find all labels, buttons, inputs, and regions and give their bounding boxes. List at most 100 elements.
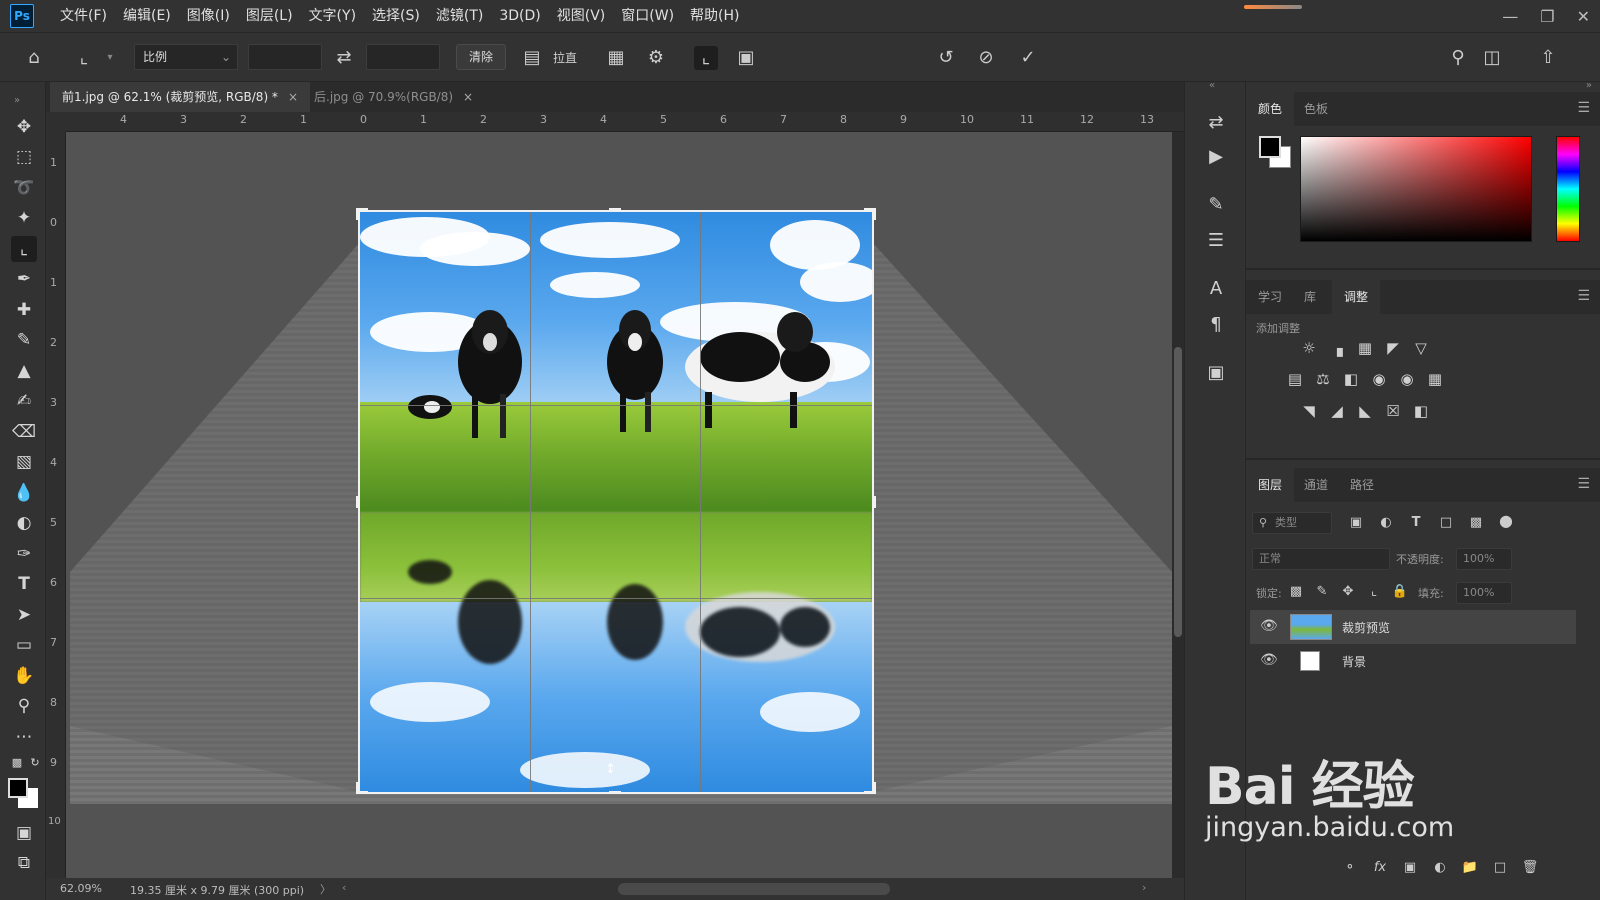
collapse-icon[interactable]: » (4, 88, 30, 114)
paragraph-panel-icon[interactable]: ¶ (1203, 312, 1229, 338)
ratio-select[interactable]: 比例 ⌄ (134, 44, 238, 70)
close-icon[interactable]: × (288, 90, 298, 104)
new-group-icon[interactable]: 📁 (1460, 858, 1480, 878)
hue-slider[interactable] (1556, 136, 1580, 242)
eraser-tool-icon[interactable]: ⌫ (11, 419, 37, 445)
search-icon[interactable]: ⚲ (1446, 46, 1470, 70)
zoom-tool-icon[interactable]: ⚲ (11, 693, 37, 719)
lock-artboard-icon[interactable]: ⌞ (1364, 582, 1384, 602)
path-selection-tool-icon[interactable]: ➤ (11, 602, 37, 628)
curves-icon[interactable]: ▦ (1354, 337, 1376, 359)
hand-tool-icon[interactable]: ✋ (11, 663, 37, 689)
crop-handle-bottom-left[interactable] (356, 782, 359, 794)
foreground-color-swatch[interactable] (8, 778, 28, 798)
menu-select[interactable]: 选择(S) (364, 0, 428, 32)
menu-window[interactable]: 窗口(W) (613, 0, 682, 32)
menu-image[interactable]: 图像(I) (179, 0, 238, 32)
type-filter-icon[interactable]: T (1406, 513, 1426, 533)
panel-menu-icon[interactable]: ☰ (1577, 288, 1590, 304)
straighten-label[interactable]: 拉直 (553, 49, 577, 66)
menu-view[interactable]: 视图(V) (549, 0, 614, 32)
tab-learn[interactable]: 学习 (1246, 280, 1294, 314)
menu-file[interactable]: 文件(F) (52, 0, 115, 32)
3d-panel-icon[interactable]: ▣ (1203, 360, 1229, 386)
menu-edit[interactable]: 编辑(E) (115, 0, 179, 32)
gear-icon[interactable]: ⚙ (644, 46, 668, 70)
menu-layer[interactable]: 图层(L) (238, 0, 301, 32)
menu-filter[interactable]: 滤镜(T) (428, 0, 491, 32)
gradient-map-icon[interactable]: ◧ (1410, 400, 1432, 422)
zoom-level[interactable]: 62.09% (60, 882, 102, 895)
crop-handle-bottom[interactable] (609, 791, 621, 794)
tab-libraries[interactable]: 库 (1292, 280, 1328, 314)
menu-type[interactable]: 文字(Y) (301, 0, 364, 32)
levels-icon[interactable]: ▗ (1326, 337, 1348, 359)
lock-image-icon[interactable]: ✎ (1312, 582, 1332, 602)
share-icon[interactable]: ⇧ (1536, 46, 1560, 70)
tab-channels[interactable]: 通道 (1292, 468, 1340, 502)
lock-position-icon[interactable]: ✥ (1338, 582, 1358, 602)
magic-wand-tool-icon[interactable]: ✦ (11, 205, 37, 231)
photo-filter-icon[interactable]: ◉ (1368, 368, 1390, 390)
blur-tool-icon[interactable]: 💧 (11, 480, 37, 506)
link-layers-icon[interactable]: ⚬ (1340, 858, 1360, 878)
width-field[interactable] (248, 44, 322, 70)
filter-toggle-icon[interactable]: ● (1496, 511, 1516, 531)
collapse-icon[interactable]: » (1586, 80, 1592, 91)
close-icon[interactable]: ✕ (1577, 7, 1590, 26)
swap-colors-icon[interactable]: ↻ (22, 750, 48, 776)
channel-mixer-icon[interactable]: ◉ (1396, 368, 1418, 390)
color-picker-field[interactable] (1300, 136, 1532, 242)
minimize-icon[interactable]: — (1502, 7, 1518, 26)
crop-handle-bottom-right[interactable] (873, 782, 876, 794)
scroll-right-icon[interactable]: › (1142, 881, 1146, 894)
delete-layer-icon[interactable]: 🗑 (1520, 858, 1540, 878)
posterize-icon[interactable]: ◢ (1326, 400, 1348, 422)
tab-layers[interactable]: 图层 (1246, 468, 1295, 502)
crop-box[interactable] (358, 210, 874, 794)
blend-mode-select[interactable]: 正常 (1252, 548, 1390, 570)
eye-icon[interactable]: 👁 (1260, 618, 1278, 634)
horizontal-scrollbar-thumb[interactable] (618, 883, 890, 895)
screen-mode-icon[interactable]: ⧉ (11, 850, 37, 876)
new-layer-icon[interactable]: □ (1490, 858, 1510, 878)
home-icon[interactable]: ⌂ (22, 46, 46, 70)
clear-button[interactable]: 清除 (456, 44, 506, 70)
menu-3d[interactable]: 3D(D) (491, 0, 548, 32)
vibrance-icon[interactable]: ▽ (1410, 337, 1432, 359)
layer-row[interactable]: 👁 裁剪预览 (1250, 610, 1576, 644)
fx-icon[interactable]: fx (1370, 858, 1390, 878)
crop-handle-top-left[interactable] (356, 208, 359, 220)
collapse-icon[interactable]: « (1209, 80, 1215, 91)
lasso-tool-icon[interactable]: ➰ (11, 175, 37, 201)
tab-document-1[interactable]: 前1.jpg @ 62.1% (裁剪预览, RGB/8) * × (50, 82, 310, 112)
straighten-icon[interactable]: ▤ (520, 46, 544, 70)
lock-all-icon[interactable]: 🔒 (1390, 582, 1410, 602)
add-mask-icon[interactable]: ▣ (1400, 858, 1420, 878)
status-menu-arrow[interactable]: 〉 (320, 881, 331, 897)
lock-transparent-icon[interactable]: ▩ (1286, 582, 1306, 602)
chevron-down-icon[interactable]: ▾ (98, 46, 122, 70)
height-field[interactable] (366, 44, 440, 70)
commit-icon[interactable]: ✓ (1016, 46, 1040, 70)
quick-mask-icon[interactable]: ▣ (11, 820, 37, 846)
threshold-icon[interactable]: ◣ (1354, 400, 1376, 422)
rectangle-tool-icon[interactable]: ▭ (11, 632, 37, 658)
eyedropper-tool-icon[interactable]: ✒ (11, 266, 37, 292)
brush-tool-icon[interactable]: ✎ (11, 327, 37, 353)
selective-color-icon[interactable]: ☒ (1382, 400, 1404, 422)
actions-panel-icon[interactable]: ▶ (1203, 144, 1229, 170)
tab-swatches[interactable]: 色板 (1292, 92, 1340, 126)
crop-handle-top-right[interactable] (873, 208, 876, 220)
invert-icon[interactable]: ◥ (1298, 400, 1320, 422)
layer-row[interactable]: 👁 背景 (1250, 644, 1576, 678)
smart-object-filter-icon[interactable]: ▩ (1466, 513, 1486, 533)
opacity-field[interactable]: 100% (1456, 548, 1512, 570)
brightness-icon[interactable]: ☼ (1298, 337, 1320, 359)
crop-tool-icon[interactable]: ⌞ (11, 236, 37, 262)
cancel-icon[interactable]: ⊘ (974, 46, 998, 70)
tab-paths[interactable]: 路径 (1338, 468, 1386, 502)
marquee-tool-icon[interactable]: ⬚ (11, 144, 37, 170)
move-tool-icon[interactable]: ✥ (11, 114, 37, 140)
exposure-icon[interactable]: ◤ (1382, 337, 1404, 359)
